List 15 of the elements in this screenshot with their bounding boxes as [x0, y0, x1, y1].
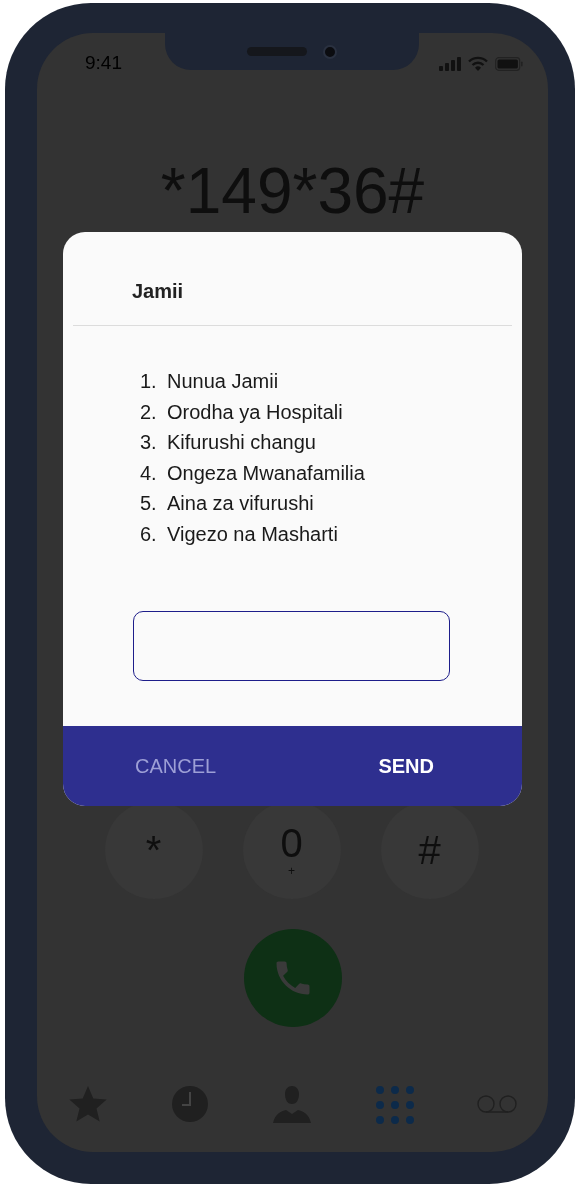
cancel-button[interactable]: CANCEL	[135, 754, 217, 778]
menu-option: 6. Vigezo na Masharti	[140, 518, 338, 549]
menu-option: 1. Nunua Jamii	[140, 366, 279, 397]
dialog-title: Jamii	[132, 279, 185, 303]
reply-input-field[interactable]	[133, 611, 450, 681]
keypad-icon[interactable]	[374, 1085, 415, 1125]
menu-option: 4. Ongeza Mwanafamilia	[140, 457, 365, 488]
battery-icon	[495, 56, 523, 71]
clock-icon[interactable]	[170, 1085, 211, 1125]
wifi-icon	[468, 56, 488, 71]
signal-icon	[439, 56, 461, 71]
menu-option: 5. Aina za vifurushi	[140, 488, 314, 519]
menu-option: 2. Orodha ya Hospitali	[140, 396, 343, 427]
menu-option: 3. Kifurushi changu	[140, 427, 316, 458]
send-button[interactable]: SEND	[378, 754, 434, 778]
